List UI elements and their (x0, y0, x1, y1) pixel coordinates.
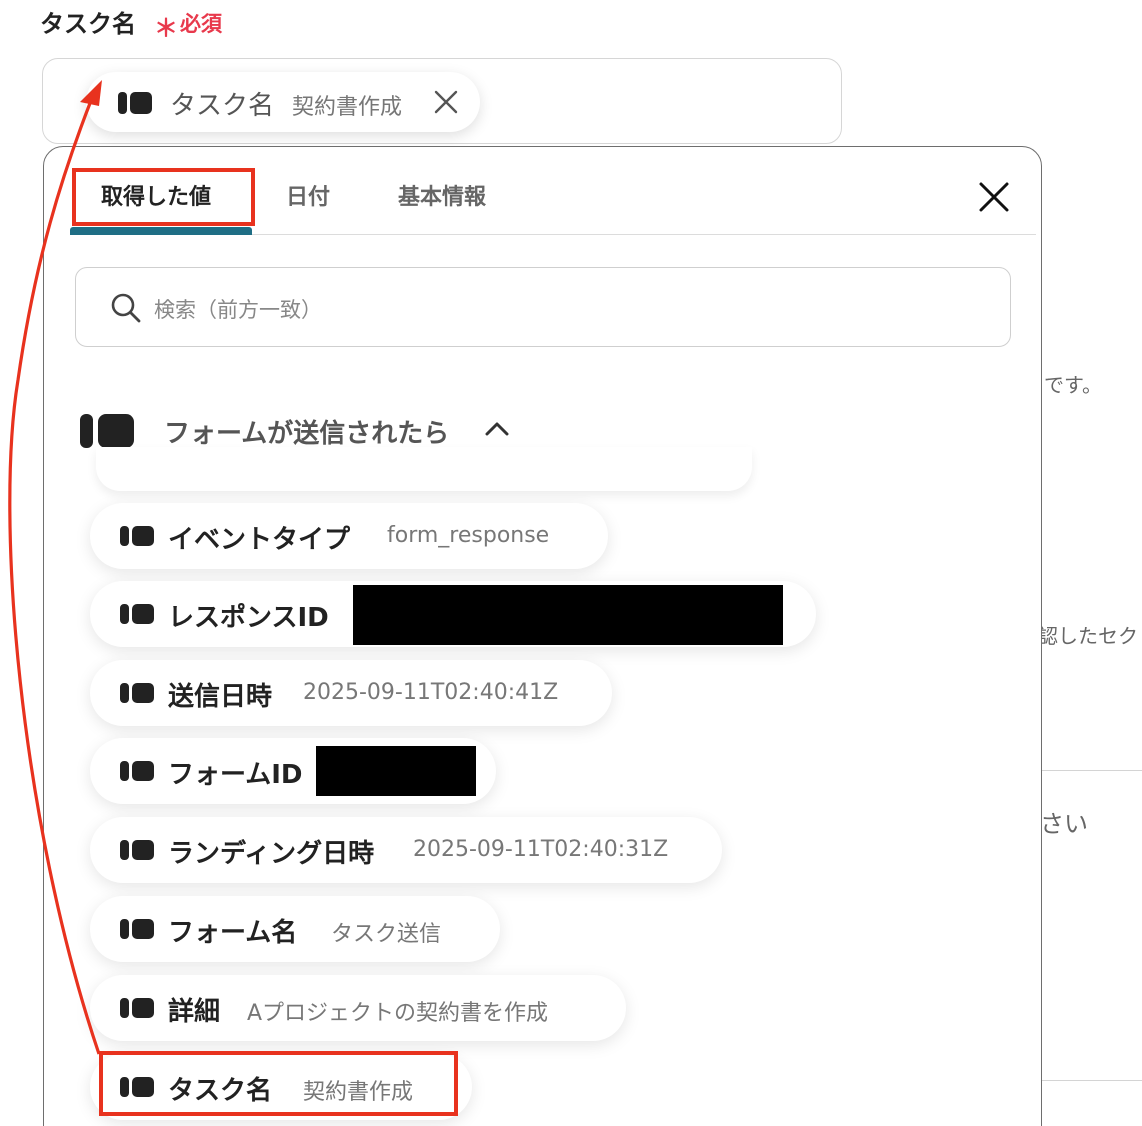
item-value: 2025-09-11T02:40:31Z (413, 837, 669, 862)
list-item[interactable]: フォーム名 タスク送信 (90, 896, 500, 962)
background-text-1: です。 (1044, 373, 1102, 397)
background-divider (1042, 770, 1142, 771)
remove-chip-icon[interactable] (432, 88, 460, 120)
item-value: 2025-09-11T02:40:41Z (303, 680, 559, 705)
task-settings-page: タスク名 ＊ 必須 タスク名 契約書作成 です。 認したセク さい 取得した値 … (0, 0, 1142, 1126)
chevron-up-icon[interactable] (484, 419, 510, 443)
item-key: ランディング日時 (168, 839, 375, 869)
search-input[interactable]: 検索（前方一致） (75, 267, 1011, 347)
list-item[interactable]: 送信日時 2025-09-11T02:40:41Z (90, 660, 612, 726)
item-key: レスポンスID (168, 603, 329, 633)
task-name-label: タスク名 (40, 10, 136, 38)
redacted-value (316, 746, 476, 796)
list-item[interactable]: レスポンスID (90, 581, 816, 647)
item-value: Aプロジェクトの契約書を作成 (247, 1001, 549, 1026)
required-text: 必須 (180, 12, 222, 36)
required-asterisk: ＊ (154, 14, 178, 42)
data-tag-icon (120, 604, 154, 628)
value-picker-panel: 取得した値 日付 基本情報 検索（前方一致） フォームが送信されたら イベントタ… (43, 146, 1042, 1126)
background-text-3: さい (1040, 810, 1088, 838)
list-item[interactable]: ランディング日時 2025-09-11T02:40:31Z (90, 817, 722, 883)
data-tag-icon (120, 998, 154, 1022)
item-value: タスク送信 (331, 922, 442, 947)
selected-chip-value: 契約書作成 (292, 95, 403, 120)
background-divider-2 (1042, 1080, 1142, 1081)
background-text-2: 認したセク (1038, 624, 1138, 648)
close-icon[interactable] (976, 179, 1012, 215)
annotation-highlight-item (99, 1051, 458, 1116)
data-tag-icon (120, 761, 154, 785)
group-title[interactable]: フォームが送信されたら (164, 413, 449, 450)
list-item[interactable]: 詳細 Aプロジェクトの契約書を作成 (90, 975, 626, 1041)
active-tab-indicator (70, 227, 252, 235)
item-key: フォーム名 (168, 918, 298, 948)
item-key: イベントタイプ (168, 525, 351, 555)
list-item[interactable]: イベントタイプ form_response (90, 503, 608, 569)
search-icon (110, 292, 142, 328)
list-item[interactable]: フォームID (90, 738, 496, 804)
tab-date[interactable]: 日付 (286, 179, 330, 211)
annotation-highlight-tab (72, 168, 255, 226)
search-placeholder: 検索（前方一致） (154, 298, 322, 322)
item-key: フォームID (168, 760, 303, 790)
data-tag-icon (120, 919, 154, 943)
scrolled-item-edge (96, 447, 752, 491)
data-tag-icon (118, 92, 152, 118)
tab-basic-info[interactable]: 基本情報 (398, 179, 486, 211)
data-tag-icon (120, 526, 154, 550)
item-key: 送信日時 (168, 682, 273, 712)
item-value: form_response (387, 523, 550, 548)
selected-chip-key: タスク名 (170, 91, 275, 121)
item-key: 詳細 (168, 997, 221, 1027)
redacted-value (353, 585, 783, 645)
selected-value-chip[interactable]: タスク名 契約書作成 (86, 72, 480, 132)
data-tag-icon (120, 840, 154, 864)
data-tag-icon (120, 683, 154, 707)
